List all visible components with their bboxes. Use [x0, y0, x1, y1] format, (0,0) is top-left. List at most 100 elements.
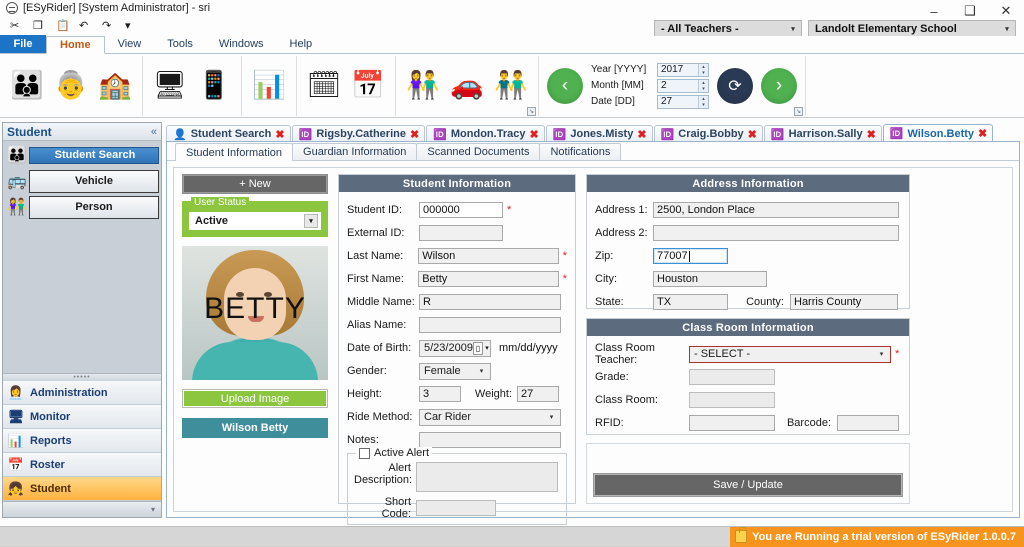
save-update-button[interactable]: Save / Update: [593, 473, 903, 497]
class-room-input[interactable]: [689, 392, 775, 408]
alias-name-input[interactable]: [419, 317, 561, 333]
new-student-button[interactable]: + New: [182, 174, 328, 194]
month-stepper[interactable]: 2 ▴ ▾: [657, 78, 709, 93]
student-id-input[interactable]: 000000: [419, 202, 503, 218]
calendar-icon[interactable]: 🗓: [304, 66, 344, 106]
tab-scanned-documents[interactable]: Scanned Documents: [416, 143, 541, 160]
alert-description-input[interactable]: [416, 462, 558, 492]
guardians-icon[interactable]: 👬: [491, 66, 531, 106]
teacher-filter-dropdown[interactable]: - All Teachers - ▾: [654, 20, 802, 37]
close-icon[interactable]: ✖: [978, 127, 987, 140]
short-code-input[interactable]: [416, 500, 496, 516]
touchscreen-icon[interactable]: 📱: [194, 66, 234, 106]
sidebar-item-label[interactable]: Person: [29, 195, 159, 219]
sidebar-item-vehicle[interactable]: 🚌 Vehicle: [5, 169, 159, 193]
sidebar-splitter-grip[interactable]: •••••: [3, 373, 161, 381]
ride-method-dropdown[interactable]: Car Rider ▾: [419, 408, 561, 426]
cut-icon[interactable]: ✂: [10, 19, 26, 33]
class-room-teacher-dropdown[interactable]: - SELECT - ▾: [689, 345, 891, 363]
state-input[interactable]: TX: [653, 294, 728, 310]
doc-tab-craig-bobby[interactable]: 🆔 Craig.Bobby ✖: [653, 125, 763, 142]
student-photo[interactable]: BETTY: [182, 246, 328, 380]
sidebar-item-student-search[interactable]: 👪 Student Search: [5, 143, 159, 167]
sidebar-item-person[interactable]: 👫 Person: [5, 195, 159, 219]
sidebar-nav-monitor[interactable]: 🖥 Monitor: [3, 405, 161, 429]
date-stepper[interactable]: 27 ▴ ▾: [657, 94, 709, 109]
active-alert-checkbox[interactable]: [359, 447, 370, 459]
year-spin-buttons[interactable]: ▴ ▾: [698, 63, 708, 76]
barcode-input[interactable]: [837, 415, 899, 431]
doc-tab-harrison-sally[interactable]: 🆔 Harrison.Sally ✖: [763, 125, 882, 142]
city-input[interactable]: Houston: [653, 271, 767, 287]
external-id-input[interactable]: [419, 225, 503, 241]
spin-down-icon[interactable]: ▾: [702, 86, 705, 92]
doc-tab-rigsby-catherine[interactable]: 🆔 Rigsby.Catherine ✖: [291, 125, 426, 142]
refresh-button[interactable]: ⟳: [717, 67, 753, 104]
menu-file[interactable]: File: [0, 35, 46, 53]
close-icon[interactable]: ✖: [637, 128, 646, 141]
height-input[interactable]: 3: [419, 386, 461, 402]
address1-input[interactable]: 2500, London Place: [653, 202, 899, 218]
tab-guardian-information[interactable]: Guardian Information: [292, 143, 418, 160]
dialog-launcher-icon[interactable]: ↘: [527, 106, 536, 116]
spin-down-icon[interactable]: ▾: [702, 102, 705, 108]
tab-student-information[interactable]: Student Information: [175, 143, 294, 161]
year-stepper[interactable]: 2017 ▴ ▾: [657, 62, 709, 77]
grade-input[interactable]: [689, 369, 775, 385]
close-icon[interactable]: ✖: [867, 128, 876, 141]
date-spin-buttons[interactable]: ▴ ▾: [698, 95, 708, 108]
zip-input[interactable]: 77007: [653, 248, 728, 264]
vehicle-icon[interactable]: 🚗: [447, 66, 487, 106]
maximize-button[interactable]: ❑: [952, 0, 988, 22]
month-spin-buttons[interactable]: ▴ ▾: [698, 79, 708, 92]
close-button[interactable]: ✕: [988, 0, 1024, 22]
upload-image-button[interactable]: Upload Image: [182, 389, 328, 408]
close-icon[interactable]: ✖: [748, 128, 757, 141]
gender-dropdown[interactable]: Female ▾: [419, 362, 491, 380]
menu-help[interactable]: Help: [277, 35, 326, 53]
previous-day-button[interactable]: ‹: [547, 67, 583, 104]
menu-tools[interactable]: Tools: [154, 35, 206, 53]
weight-input[interactable]: 27: [517, 386, 559, 402]
first-name-input[interactable]: Betty: [418, 271, 559, 287]
tab-notifications[interactable]: Notifications: [539, 143, 622, 160]
close-icon[interactable]: ✖: [410, 128, 419, 141]
next-day-button[interactable]: ›: [761, 67, 797, 104]
date-19-icon[interactable]: 📅: [348, 66, 388, 106]
reports-icon[interactable]: 📊: [249, 66, 289, 106]
doc-tab-wilson-betty[interactable]: 🆔 Wilson.Betty ✖: [882, 124, 994, 142]
notes-input[interactable]: [419, 432, 561, 448]
menu-view[interactable]: View: [105, 35, 155, 53]
address2-input[interactable]: [653, 225, 899, 241]
redo-icon[interactable]: ↷: [102, 19, 118, 33]
undo-icon[interactable]: ↶: [79, 19, 95, 33]
chevron-down-icon[interactable]: ▾: [484, 344, 490, 352]
monitor-icon[interactable]: 🖥: [150, 66, 190, 106]
sidebar-nav-administration[interactable]: 👩‍💼 Administration: [3, 381, 161, 405]
collapse-icon[interactable]: «: [151, 126, 157, 138]
sidebar-nav-roster[interactable]: 📅 Roster: [3, 453, 161, 477]
copy-icon[interactable]: ❐: [33, 19, 49, 33]
doc-tab-student-search[interactable]: 👤 Student Search ✖: [166, 125, 291, 142]
family-icon[interactable]: 👫: [403, 66, 443, 106]
paste-icon[interactable]: 📋: [56, 19, 72, 33]
sidebar-nav-student[interactable]: 👧 Student: [3, 477, 161, 501]
sidebar-more-icon[interactable]: ▾: [151, 505, 155, 514]
close-icon[interactable]: ✖: [529, 128, 538, 141]
last-name-input[interactable]: Wilson: [418, 248, 559, 264]
user-status-dropdown[interactable]: Active ▾: [189, 212, 321, 230]
spin-down-icon[interactable]: ▾: [702, 70, 705, 76]
doc-tab-mondon-tracy[interactable]: 🆔 Mondon.Tracy ✖: [426, 125, 545, 142]
dialog-launcher-icon[interactable]: ↘: [794, 106, 803, 116]
menu-windows[interactable]: Windows: [206, 35, 277, 53]
close-icon[interactable]: ✖: [275, 128, 284, 141]
doc-tab-jones-misty[interactable]: 🆔 Jones.Misty ✖: [545, 125, 653, 142]
customize-icon[interactable]: ▾: [125, 19, 141, 33]
county-input[interactable]: Harris County: [790, 294, 898, 310]
date-of-birth-input[interactable]: 5/23/2009 ▯ ▾: [419, 339, 491, 357]
school-selector-dropdown[interactable]: Landolt Elementary School ▾: [808, 20, 1016, 37]
calendar-icon[interactable]: ▯: [472, 341, 483, 355]
minimize-button[interactable]: –: [916, 0, 952, 22]
menu-home[interactable]: Home: [46, 36, 105, 54]
students-icon[interactable]: 👪: [7, 66, 47, 106]
